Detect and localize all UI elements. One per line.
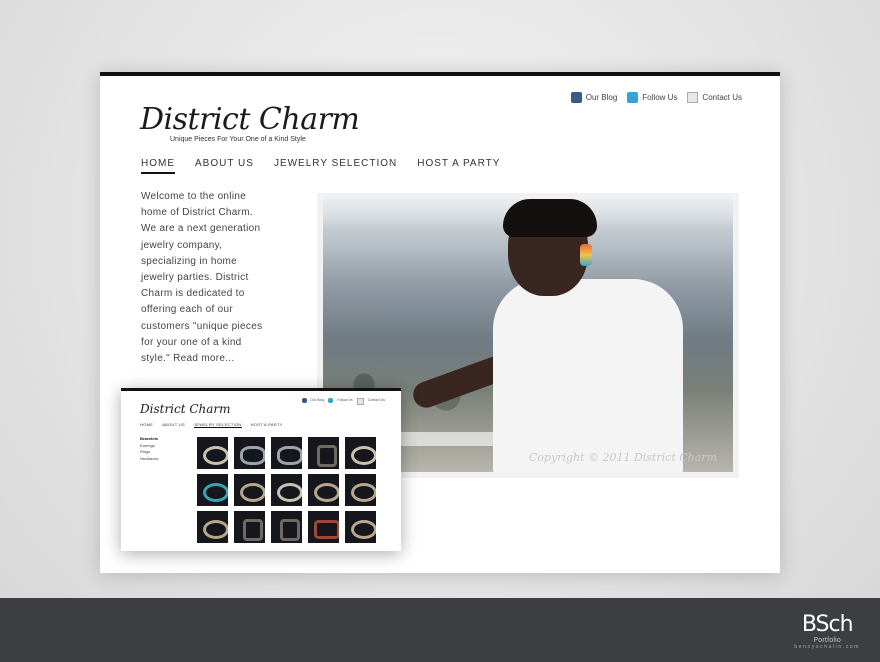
inset-blog-link[interactable]: Our Blog xyxy=(311,398,325,405)
product-thumbnail[interactable] xyxy=(271,511,302,543)
category-necklaces[interactable]: Necklaces xyxy=(140,456,158,463)
inset-nav-about-us[interactable]: ABOUT US xyxy=(162,422,185,428)
mail-icon xyxy=(356,398,364,405)
inset-nav: HOME ABOUT US JEWELRY SELECTION HOST A P… xyxy=(140,422,283,428)
nav-about-us[interactable]: ABOUT US xyxy=(195,158,254,174)
inset-contact-link[interactable]: Contact Us xyxy=(368,398,385,405)
blog-link[interactable]: Our Blog xyxy=(570,92,618,103)
product-thumbnail[interactable] xyxy=(234,437,265,469)
product-thumbnail[interactable] xyxy=(271,474,302,506)
product-thumbnail[interactable] xyxy=(197,474,228,506)
inset-nav-home[interactable]: HOME xyxy=(140,422,153,428)
product-thumbnail[interactable] xyxy=(345,474,376,506)
brand-line2: bennyschalin.com xyxy=(794,644,860,650)
portfolio-brand: BSch Portfolio bennyschalin.com xyxy=(794,612,860,650)
inset-nav-jewelry-selection[interactable]: JEWELRY SELECTION xyxy=(193,422,242,428)
product-thumbnail[interactable] xyxy=(234,474,265,506)
brand-line1: Portfolio xyxy=(813,637,841,644)
category-bracelets[interactable]: Bracelets xyxy=(140,436,158,443)
blog-icon xyxy=(570,92,582,103)
product-thumbnail[interactable] xyxy=(308,474,339,506)
product-thumbnail[interactable] xyxy=(308,511,339,543)
product-thumbnail[interactable] xyxy=(345,437,376,469)
jewelry-page-preview: District Charm Our Blog Follow Us Contac… xyxy=(121,388,401,551)
nav-home[interactable]: HOME xyxy=(141,158,175,174)
product-thumbnail[interactable] xyxy=(197,437,228,469)
category-list: Bracelets Earrings Rings Necklaces xyxy=(140,436,158,462)
utility-links: Our Blog Follow Us Contact Us xyxy=(570,92,742,103)
blog-link-label: Our Blog xyxy=(585,93,618,102)
contact-link[interactable]: Contact Us xyxy=(687,92,742,103)
intro-text: Welcome to the online home of District C… xyxy=(141,191,263,365)
nav-host-a-party[interactable]: HOST A PARTY xyxy=(417,158,500,174)
product-thumbnail[interactable] xyxy=(197,511,228,543)
inset-utility-links: Our Blog Follow Us Contact Us xyxy=(301,398,385,405)
inset-nav-host-a-party[interactable]: HOST A PARTY xyxy=(251,422,283,428)
inset-follow-link[interactable]: Follow Us xyxy=(337,398,352,405)
product-thumbnail[interactable] xyxy=(345,511,376,543)
blog-icon xyxy=(301,398,307,403)
nav-jewelry-selection[interactable]: JEWELRY SELECTION xyxy=(274,158,397,174)
site-logo[interactable]: District Charm xyxy=(140,102,360,137)
product-thumbnail[interactable] xyxy=(271,437,302,469)
brand-mark: BSch xyxy=(801,612,854,637)
mail-icon xyxy=(687,92,699,103)
twitter-icon xyxy=(627,92,639,103)
product-grid xyxy=(197,437,376,543)
twitter-icon xyxy=(328,398,334,403)
site-tagline: Unique Pieces For Your One of a Kind Sty… xyxy=(170,136,306,143)
main-nav: HOME ABOUT US JEWELRY SELECTION HOST A P… xyxy=(141,158,500,174)
footer-bar xyxy=(0,598,880,662)
follow-link[interactable]: Follow Us xyxy=(627,92,677,103)
product-thumbnail[interactable] xyxy=(308,437,339,469)
follow-link-label: Follow Us xyxy=(642,93,678,102)
inset-logo[interactable]: District Charm xyxy=(140,402,231,416)
contact-link-label: Contact Us xyxy=(702,93,742,102)
photo-watermark: Copyright © 2011 District Charm xyxy=(528,451,717,464)
product-thumbnail[interactable] xyxy=(234,511,265,543)
